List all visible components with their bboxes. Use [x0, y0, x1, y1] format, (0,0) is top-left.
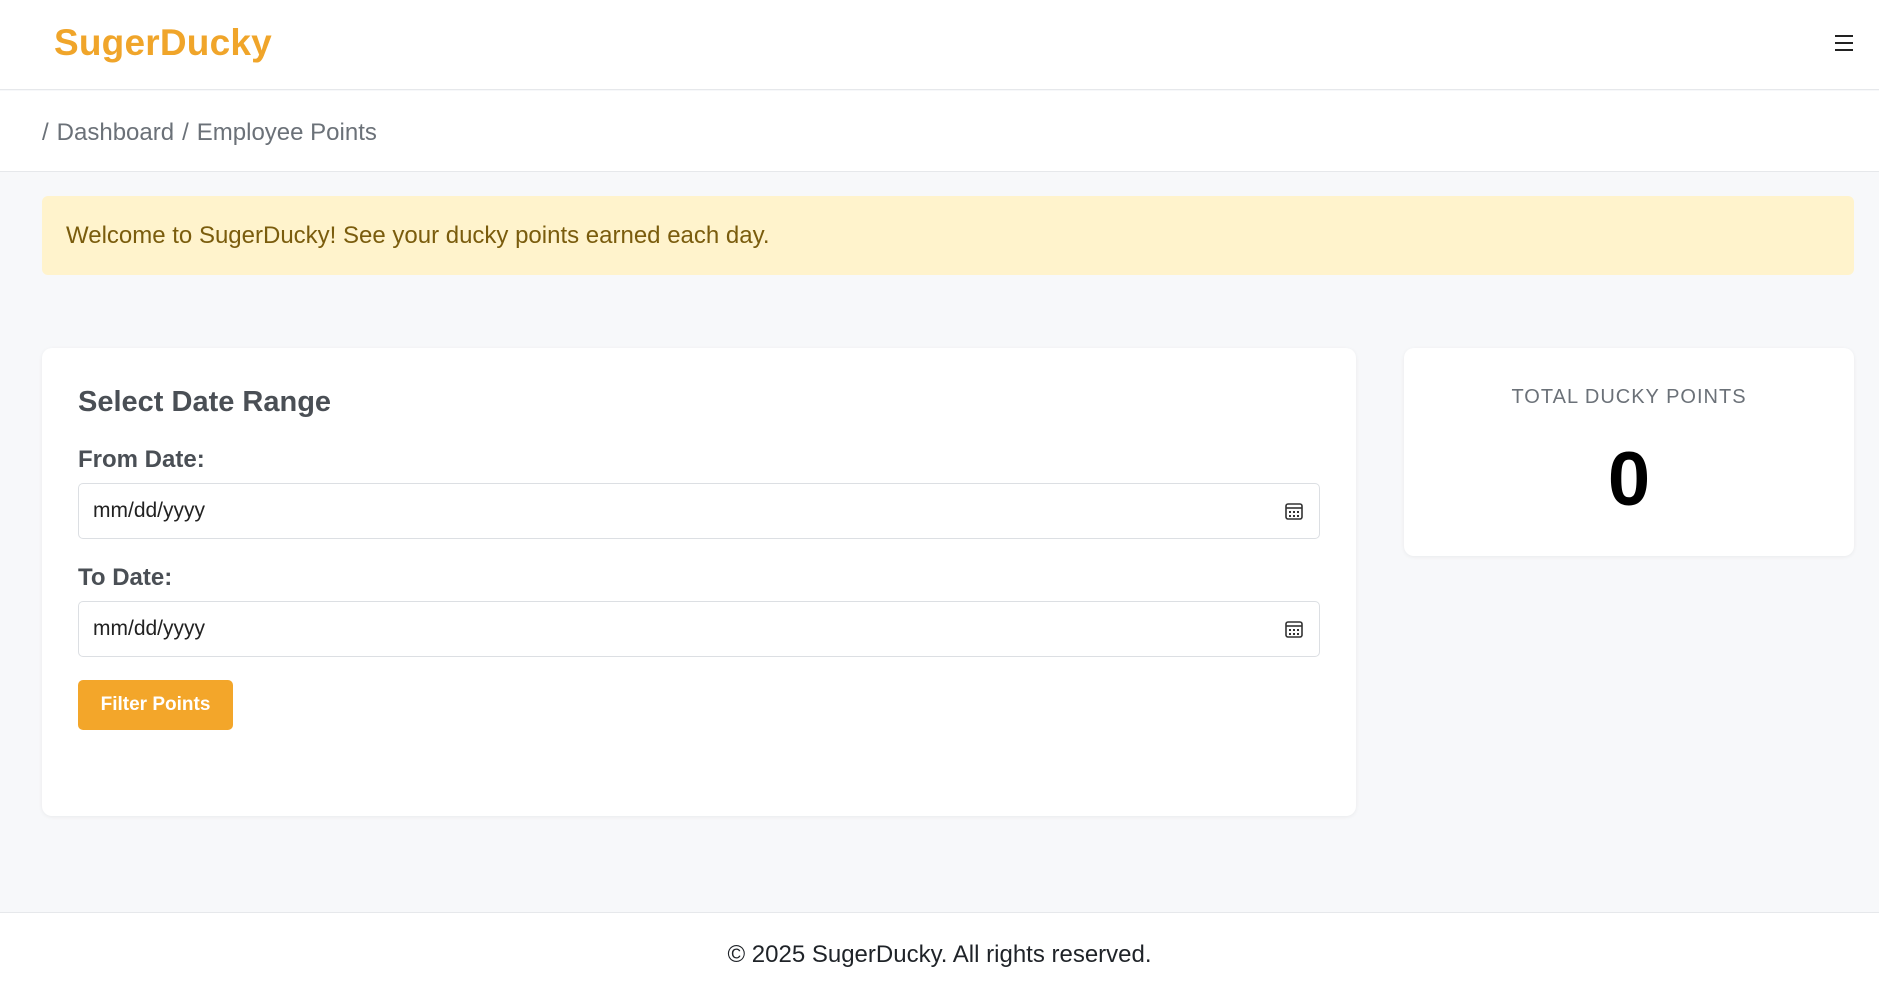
date-range-title: Select Date Range	[78, 386, 332, 418]
date-range-card: Select Date Range From Date: mm/dd/yyyy …	[42, 348, 1356, 816]
top-navbar: SugerDucky	[0, 0, 1879, 90]
brand-logo[interactable]: SugerDucky	[54, 22, 272, 64]
welcome-alert-text: Welcome to SugerDucky! See your ducky po…	[66, 222, 770, 249]
page-footer: © 2025 SugerDucky. All rights reserved.	[0, 912, 1879, 989]
total-points-label: TOTAL DUCKY POINTS	[1511, 386, 1747, 408]
calendar-icon[interactable]	[1283, 500, 1305, 522]
to-date-input[interactable]: mm/dd/yyyy	[78, 601, 1320, 657]
breadcrumb-separator: /	[182, 119, 189, 146]
total-points-value: 0	[1607, 437, 1651, 522]
footer-copyright: © 2025 SugerDucky. All rights reserved.	[727, 941, 1152, 968]
breadcrumb-separator: /	[42, 119, 49, 146]
from-date-input[interactable]: mm/dd/yyyy	[78, 483, 1320, 539]
filter-points-button[interactable]: Filter Points	[78, 680, 233, 730]
total-points-card: TOTAL DUCKY POINTS 0	[1404, 348, 1854, 556]
welcome-alert: Welcome to SugerDucky! See your ducky po…	[42, 196, 1854, 275]
from-date-value: mm/dd/yyyy	[93, 499, 206, 522]
menu-bar-line	[1835, 35, 1853, 37]
calendar-icon[interactable]	[1283, 618, 1305, 640]
to-date-label: To Date:	[78, 564, 173, 591]
menu-bar-line	[1835, 42, 1853, 44]
from-date-label: From Date:	[78, 446, 205, 473]
breadcrumb-bar: / Dashboard / Employee Points	[0, 91, 1879, 172]
breadcrumb-item-dashboard[interactable]: Dashboard	[57, 119, 174, 147]
hamburger-menu-icon[interactable]	[1833, 30, 1855, 56]
breadcrumb-item-employee-points: Employee Points	[196, 119, 377, 146]
to-date-value: mm/dd/yyyy	[93, 617, 206, 640]
breadcrumb: / Dashboard / Employee Points	[42, 119, 377, 147]
menu-bar-line	[1835, 49, 1853, 51]
